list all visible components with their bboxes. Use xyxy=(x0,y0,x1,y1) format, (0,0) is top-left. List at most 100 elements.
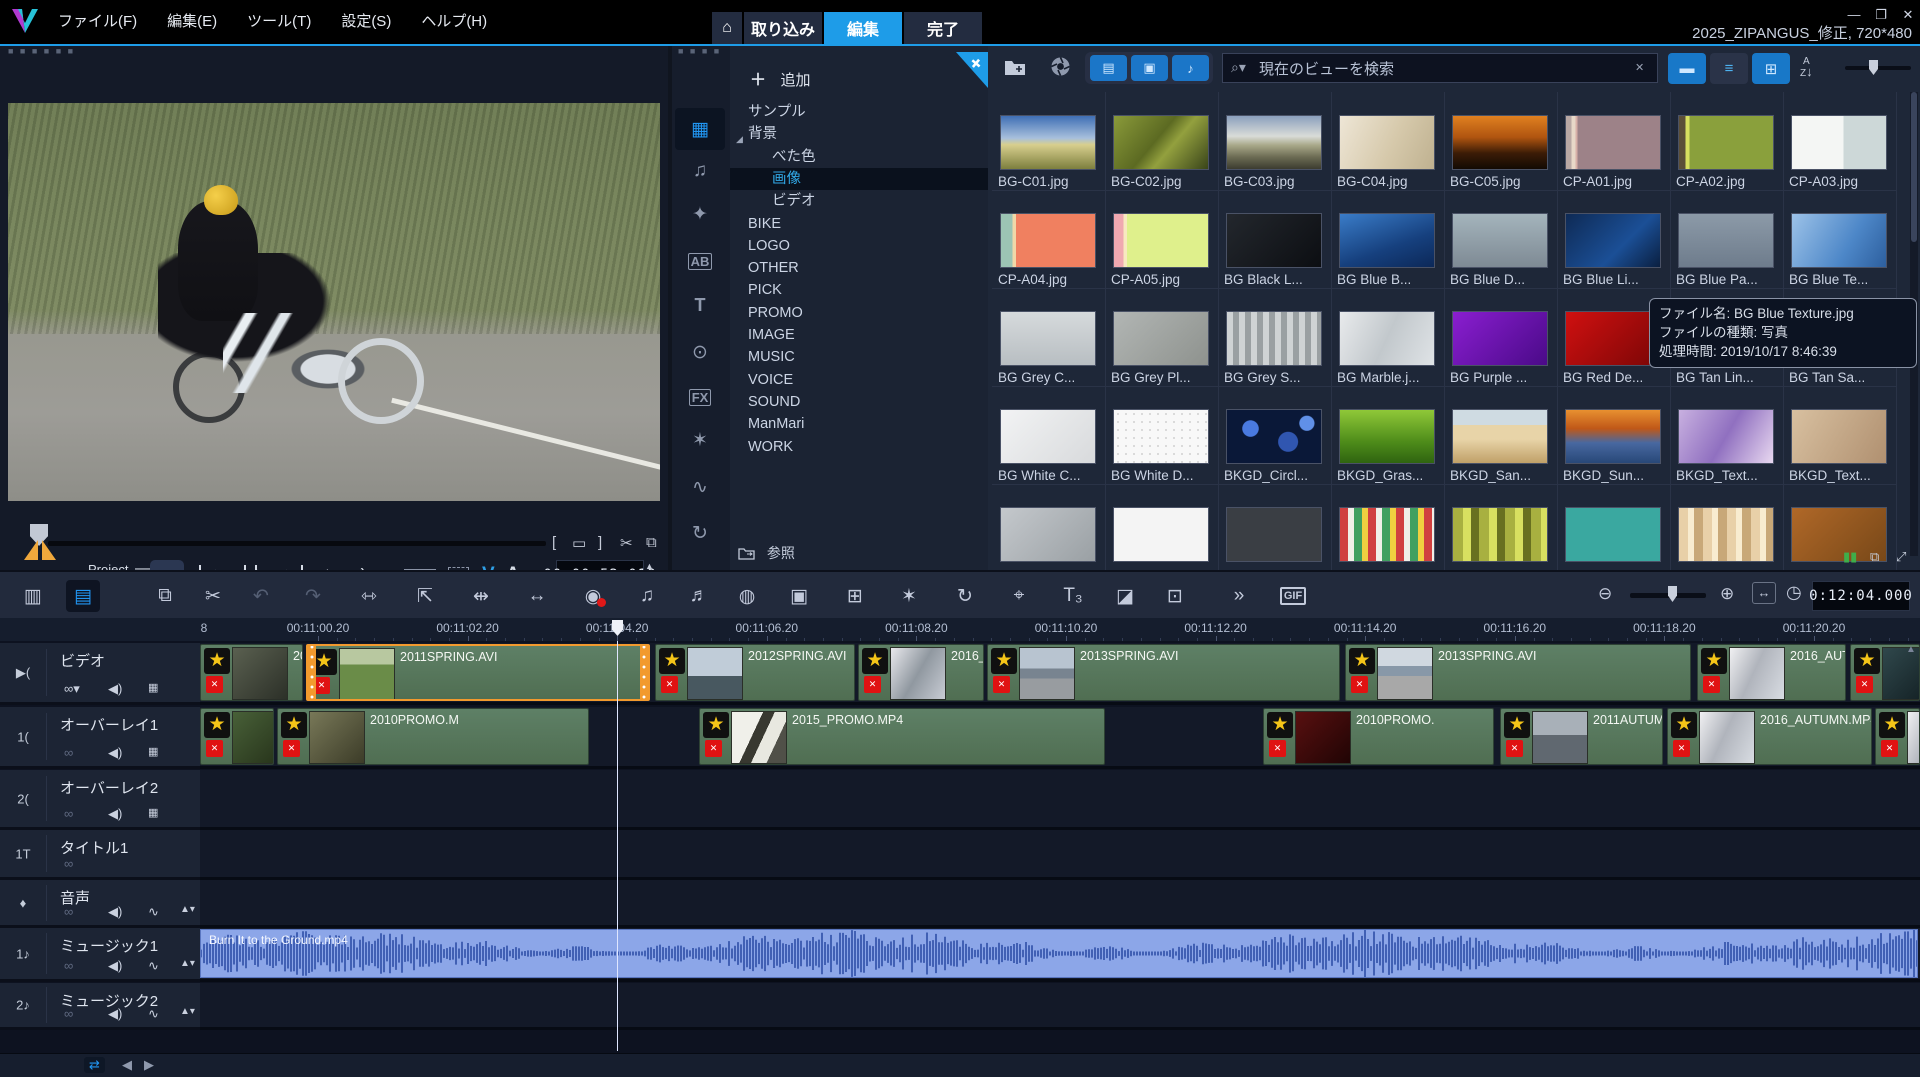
toolbar-motion-runner-button[interactable]: ✶ xyxy=(892,580,926,612)
timeline-ruler[interactable]: 8 00:11:00.2000:11:02.2000:11:04.2000:11… xyxy=(0,618,1920,642)
trim-start-marker[interactable] xyxy=(24,540,38,560)
nav-media[interactable]: ▦ xyxy=(675,108,725,150)
track-wave-button[interactable]: ∿ xyxy=(148,1006,159,1022)
fit-timeline-icon[interactable]: ↔ xyxy=(1752,582,1776,604)
tab-編集[interactable]: 編集 xyxy=(824,12,902,44)
nav-title-t[interactable]: T xyxy=(675,284,725,326)
thumbnail-BG Blue Li...[interactable] xyxy=(1565,213,1661,268)
clip-2012SPRING.AVI[interactable]: ★✕2012SPRING.AVI xyxy=(655,644,855,701)
tree-item-ビデオ[interactable]: ビデオ xyxy=(730,190,988,212)
nav-graphic[interactable]: ⊙ xyxy=(675,331,725,373)
thumbnail-BKGD_San...[interactable] xyxy=(1452,409,1548,464)
toolbar-tools-button[interactable]: ✂ xyxy=(196,580,230,612)
menu-item-0[interactable]: ファイル(F) xyxy=(58,10,137,31)
thumbnail-CP-A02.jpg[interactable] xyxy=(1678,115,1774,170)
menu-item-4[interactable]: ヘルプ(H) xyxy=(421,10,487,31)
toolbar-fit-project-button[interactable]: ⇿ xyxy=(352,580,386,612)
thumbnail-partial[interactable] xyxy=(1000,507,1096,562)
clip-2013SPRING.AVI[interactable]: ★✕2013SPRING.AVI xyxy=(1345,644,1691,701)
toolbar-storyboard-view-button[interactable]: ▥ xyxy=(16,580,50,612)
thumbnail-BKGD_Text...[interactable] xyxy=(1678,409,1774,464)
thumbnail-BG Blue Te...[interactable] xyxy=(1791,213,1887,268)
nav-instant-project[interactable]: ✦ xyxy=(675,193,725,235)
filter-videos-button[interactable]: ▤ xyxy=(1090,55,1127,81)
tree-item-IMAGE[interactable]: IMAGE xyxy=(730,324,988,346)
track-speaker-button[interactable]: ◀) xyxy=(108,1006,122,1022)
tree-item-BIKE[interactable]: BIKE xyxy=(730,213,988,235)
thumbnail-CP-A04.jpg[interactable] xyxy=(1000,213,1096,268)
enlarge-button[interactable]: ⧉ xyxy=(646,534,657,551)
tree-item-背景[interactable]: ◢背景 xyxy=(730,123,988,145)
track-wave-button[interactable]: ∿ xyxy=(148,904,159,920)
tree-item-ManMari[interactable]: ManMari xyxy=(730,413,988,435)
tree-item-べた色[interactable]: べた色 xyxy=(730,146,988,168)
clip-2013SPRING.AVI[interactable]: ★✕2013SPRING.AVI xyxy=(987,644,1340,701)
track-tri-button[interactable]: ▲▾ xyxy=(180,1006,195,1017)
track-header-音声[interactable]: ♦音声∞◀)∿▲▾ xyxy=(0,880,200,928)
toolbar-loop-sync-button[interactable]: ↻ xyxy=(948,580,982,612)
track-speaker-button[interactable]: ◀) xyxy=(108,806,122,822)
thumbnail-partial[interactable] xyxy=(1678,507,1774,562)
thumbnail-BKGD_Sun...[interactable] xyxy=(1565,409,1661,464)
toolbar-grid-button[interactable]: ⊞ xyxy=(838,580,872,612)
insert-track-button[interactable]: ⇄ xyxy=(84,1057,105,1073)
track-row-タイトル1[interactable] xyxy=(200,830,1920,880)
track-speaker-button[interactable]: ◀) xyxy=(108,681,122,697)
scrubber-track[interactable] xyxy=(48,541,546,546)
track-speaker-button[interactable]: ◀) xyxy=(108,958,122,974)
track-link-button[interactable]: ∞▾ xyxy=(64,681,80,697)
timeline-zoom-handle[interactable] xyxy=(1668,586,1677,602)
toolbar-sound-mixer-button[interactable]: ♬ xyxy=(682,580,716,612)
toolbar-speed-button[interactable]: » xyxy=(1222,580,1256,612)
split-button[interactable]: ✂ xyxy=(620,534,633,552)
music-clip[interactable]: Burn It to the Ground.mp4 xyxy=(200,929,1918,978)
nav-effect-wand[interactable]: ✶ xyxy=(675,419,725,461)
clip-2016_AUTUM[interactable]: ★✕2016_AUTUM xyxy=(1697,644,1846,701)
thumbnail-BG-C05.jpg[interactable] xyxy=(1452,115,1548,170)
panel-grip[interactable]: ■ ■ ■ ■ xyxy=(678,48,721,54)
menu-item-2[interactable]: ツール(T) xyxy=(247,10,311,31)
toolbar-gif-creator-button[interactable]: GIF xyxy=(1276,580,1310,612)
toolbar-multicam-button[interactable]: ⊡ xyxy=(1158,580,1192,612)
thumbnail-BG Blue Pa...[interactable] xyxy=(1678,213,1774,268)
tab-完了[interactable]: 完了 xyxy=(904,12,982,44)
toolbar-blend-button[interactable]: ◍ xyxy=(730,580,764,612)
thumbnail-CP-A01.jpg[interactable] xyxy=(1565,115,1661,170)
nav-transition-ab[interactable]: AB xyxy=(675,240,725,282)
tab-home[interactable]: ⌂ xyxy=(712,12,742,44)
toolbar-copy-button[interactable]: ⧉ xyxy=(148,580,182,612)
search-input[interactable] xyxy=(1257,56,1621,82)
thumbnail-BG Grey C...[interactable] xyxy=(1000,311,1096,366)
crop-button[interactable]: ▭ xyxy=(572,534,586,552)
tree-item-PICK[interactable]: PICK xyxy=(730,279,988,301)
toolbar-audio-mixer-button[interactable]: ♫ xyxy=(630,580,664,612)
thumbnail-BG Blue D...[interactable] xyxy=(1452,213,1548,268)
toolbar-timecode[interactable]: 0:12:04.000 xyxy=(1812,581,1910,611)
thumb-zoom-slider[interactable] xyxy=(1845,66,1911,70)
search-clear-icon[interactable]: ✕ xyxy=(1635,61,1644,74)
thumbnail-BG Black L...[interactable] xyxy=(1226,213,1322,268)
nav-motion-tracking[interactable]: ↻ xyxy=(675,512,725,554)
thumbnail-BG Purple ...[interactable] xyxy=(1452,311,1548,366)
clip-2011SP[interactable]: ★✕2011SP xyxy=(200,644,303,701)
tree-item-SOUND[interactable]: SOUND xyxy=(730,391,988,413)
thumbnail-BG White D...[interactable] xyxy=(1113,409,1209,464)
tree-item-WORK[interactable]: WORK xyxy=(730,436,988,458)
track-link-button[interactable]: ∞ xyxy=(64,904,73,919)
track-link-button[interactable]: ∞ xyxy=(64,856,73,871)
toolbar-subtitle-editor-button[interactable]: ▣ xyxy=(782,580,816,612)
thumbnail-BKGD_Gras...[interactable] xyxy=(1339,409,1435,464)
thumbnail-CP-A05.jpg[interactable] xyxy=(1113,213,1209,268)
sort-az-icon[interactable]: AZ↓ xyxy=(1800,57,1813,79)
tree-item-MUSIC[interactable]: MUSIC xyxy=(730,346,988,368)
thumbnail-BG Grey S...[interactable] xyxy=(1226,311,1322,366)
trim-handle-left[interactable] xyxy=(308,646,316,699)
thumbnail-BG Grey Pl...[interactable] xyxy=(1113,311,1209,366)
track-header-ビデオ[interactable]: ▶(ビデオ∞▾◀)▦ xyxy=(0,643,200,705)
menu-item-1[interactable]: 編集(E) xyxy=(167,10,217,31)
thumbnail-BG-C02.jpg[interactable] xyxy=(1113,115,1209,170)
preview-video[interactable] xyxy=(8,103,660,501)
toolbar-resize-window-button[interactable]: ⇱ xyxy=(408,580,442,612)
thumbnail-BG-C01.jpg[interactable] xyxy=(1000,115,1096,170)
tree-item-PROMO[interactable]: PROMO xyxy=(730,302,988,324)
